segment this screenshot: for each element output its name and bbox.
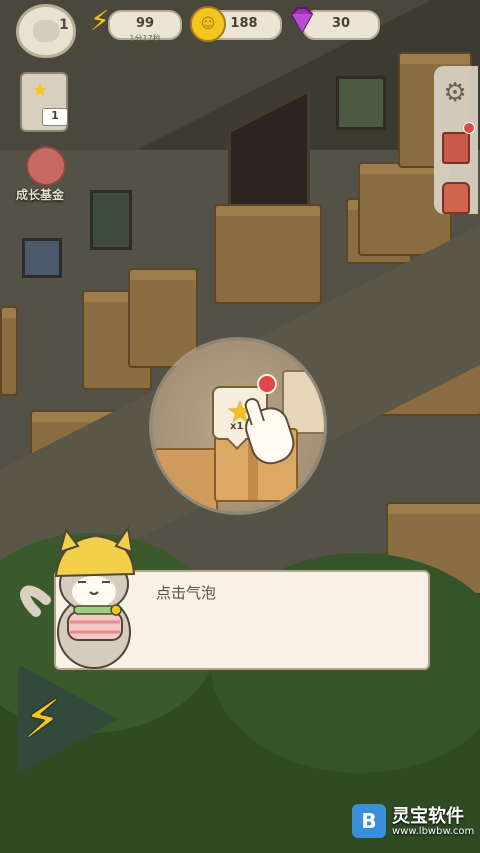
cat-icon: [33, 20, 59, 42]
wall-picture: [90, 190, 132, 250]
watermark-name: 灵宝软件: [392, 806, 464, 827]
growth-fund-button[interactable]: [26, 146, 66, 186]
cardboard-box: [154, 448, 218, 512]
watermark-url: www.lbwbw.com: [392, 826, 475, 837]
energy-value: 99: [135, 16, 155, 31]
cat-guide-character: [20, 525, 136, 669]
energy-timer: 1分17秒: [129, 34, 161, 43]
player-avatar[interactable]: 1: [16, 4, 76, 58]
star-icon: ★: [32, 80, 49, 101]
cardboard-box: [128, 268, 198, 368]
coin-icon: ☺: [190, 6, 226, 42]
notification-dot: [463, 122, 475, 134]
gear-icon[interactable]: ⚙: [440, 78, 470, 108]
bubble-count: x1: [230, 421, 244, 432]
lightning-icon: ⚡: [24, 690, 61, 750]
book-icon[interactable]: [442, 132, 470, 164]
watermark-logo: B 灵宝软件 www.lbwbw.com: [352, 800, 475, 846]
bag-icon[interactable]: [442, 182, 470, 214]
cardboard-box: [214, 204, 322, 304]
task-count-badge: 1: [42, 108, 68, 126]
player-level: 1: [59, 17, 69, 33]
task-list-button[interactable]: ★ 1: [20, 72, 68, 132]
logo-icon: B: [352, 804, 386, 838]
wall-window: [336, 76, 386, 130]
notification-dot: [257, 374, 277, 394]
growth-fund-label: 成长基金: [16, 188, 65, 202]
lightning-icon: ⚡: [90, 4, 110, 37]
diamond-icon: [290, 7, 314, 35]
cardboard-box: [0, 306, 18, 396]
wall-picture: [22, 238, 62, 278]
